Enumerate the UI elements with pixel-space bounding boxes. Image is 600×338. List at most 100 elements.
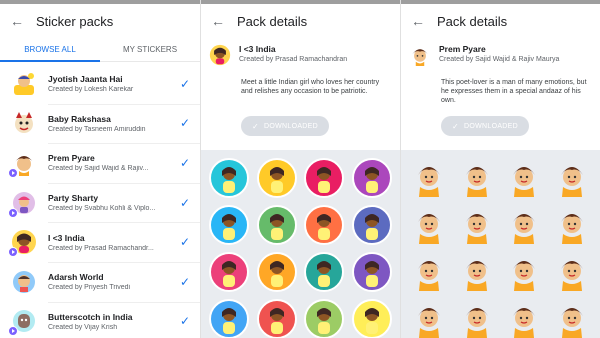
sticker-pack-row[interactable]: Jyotish Jaanta Hai Created by Lokesh Kare… [0, 64, 200, 104]
back-arrow-icon[interactable]: ← [8, 12, 26, 30]
sticker[interactable] [548, 154, 596, 201]
pack-details-screen-india: ← Pack details I <3 India Created by Pra… [200, 0, 400, 338]
pack-name: Butterscotch in India [48, 311, 133, 322]
sticker-pack-row[interactable]: I <3 India Created by Prasad Ramachandr..… [0, 222, 200, 262]
app-bar: ← Pack details [401, 4, 600, 38]
status-bar [401, 0, 600, 4]
pack-name: Adarsh World [48, 272, 104, 283]
sticker[interactable] [453, 201, 501, 248]
pack-avatar [209, 44, 231, 66]
sticker[interactable] [405, 295, 453, 338]
status-bar [201, 0, 400, 4]
pack-author: Created by Tasneem Amiruddin [48, 125, 146, 133]
sticker[interactable] [253, 154, 301, 201]
pack-author: Created by Sajid Wajid & Rajiv Maurya [439, 56, 560, 63]
sticker[interactable] [501, 154, 549, 201]
tab-my-stickers[interactable]: MY STICKERS [100, 38, 200, 61]
sticker[interactable] [253, 248, 301, 295]
downloaded-label: DOWNLOADED [464, 122, 518, 130]
sticker[interactable] [453, 154, 501, 201]
sticker-pack-row[interactable]: Party Sharty Created by Svabhu Kohli & Vi… [0, 182, 200, 223]
sticker[interactable] [348, 295, 396, 338]
pack-author: Created by Svabhu Kohli & Viplo... [48, 205, 156, 213]
downloaded-button[interactable]: ✓ DOWNLOADED [441, 116, 529, 136]
pack-author: Created by Priyesh Trivedi [48, 284, 131, 292]
sticker[interactable] [301, 295, 349, 338]
sticker[interactable] [253, 295, 301, 338]
sticker-pack-row[interactable]: Butterscotch in India Created by Vijay Kr… [0, 301, 200, 338]
sticker[interactable] [205, 295, 253, 338]
pack-name: Prem Pyare [439, 44, 486, 54]
sticker[interactable] [501, 248, 549, 295]
sticker[interactable] [405, 248, 453, 295]
sticker[interactable] [205, 248, 253, 295]
sticker[interactable] [501, 201, 549, 248]
pack-name: I <3 India [48, 232, 85, 243]
page-title: Pack details [237, 13, 308, 29]
page-title: Sticker packs [36, 13, 114, 29]
sticker[interactable] [301, 154, 349, 201]
check-icon: ✓ [179, 314, 190, 329]
pack-thumbnail [8, 189, 38, 218]
pack-author: Created by Prasad Ramachandran [239, 56, 348, 63]
sticker-grid [401, 150, 600, 338]
sticker[interactable] [453, 295, 501, 338]
pack-thumbnail [8, 149, 38, 178]
check-icon: ✓ [252, 121, 260, 131]
sticker[interactable] [453, 248, 501, 295]
pack-name: Party Sharty [48, 193, 99, 204]
sticker-pack-row[interactable]: Baby Rakshasa Created by Tasneem Amiruddi… [0, 103, 200, 144]
sticker[interactable] [301, 248, 349, 295]
pack-details-screen-prem-pyare: ← Pack details Prem Pyare Created by Saj… [400, 0, 600, 338]
tab-browse-all[interactable]: BROWSE ALL [0, 38, 100, 62]
sticker[interactable] [253, 201, 301, 248]
sticker[interactable] [205, 201, 253, 248]
sticker-pack-row[interactable]: Prem Pyare Created by Sajid Wajid & Rajiv… [0, 143, 200, 183]
page-title: Pack details [437, 13, 508, 29]
animated-play-icon [8, 167, 18, 178]
check-icon: ✓ [179, 195, 190, 210]
sticker[interactable] [405, 154, 453, 201]
sticker[interactable] [205, 154, 253, 201]
sticker[interactable] [548, 201, 596, 248]
pack-header: Prem Pyare Created by Sajid Wajid & Raji… [401, 38, 600, 66]
downloaded-label: DOWNLOADED [264, 122, 318, 130]
sticker[interactable] [348, 154, 396, 201]
pack-thumbnail [8, 307, 38, 337]
downloaded-button[interactable]: ✓ DOWNLOADED [241, 116, 329, 136]
back-arrow-icon[interactable]: ← [409, 12, 427, 30]
pack-description: Meet a little Indian girl who loves her … [241, 79, 380, 95]
pack-thumbnail [10, 268, 38, 296]
sticker-pack-list: Jyotish Jaanta Hai Created by Lokesh Kare… [0, 62, 200, 338]
pack-name: I <3 India [239, 44, 276, 54]
sticker[interactable] [405, 201, 453, 248]
check-icon: ✓ [452, 121, 460, 131]
sticker-grid [201, 150, 400, 338]
back-arrow-icon[interactable]: ← [209, 12, 227, 30]
pack-author: Created by Prasad Ramachandr... [48, 244, 154, 252]
pack-author: Created by Vijay Krish [48, 323, 118, 331]
sticker[interactable] [548, 248, 596, 295]
pack-author: Created by Lokesh Karekar [48, 86, 134, 94]
pack-description: This poet-lover is a man of many emotion… [441, 79, 587, 104]
pack-thumbnail [10, 70, 38, 98]
sticker[interactable] [348, 248, 396, 295]
sticker-pack-row[interactable]: Adarsh World Created by Priyesh Trivedi ✓ [0, 261, 200, 302]
app-bar: ← Pack details [201, 4, 400, 38]
sticker[interactable] [348, 201, 396, 248]
animated-play-icon [8, 247, 18, 258]
sticker-packs-screen: ← Sticker packs BROWSE ALL MY STICKERS J… [0, 0, 200, 338]
sticker[interactable] [548, 295, 596, 338]
animated-play-icon [8, 326, 18, 337]
sticker[interactable] [501, 295, 549, 338]
pack-name: Baby Rakshasa [48, 113, 111, 124]
check-icon: ✓ [179, 155, 190, 170]
check-icon: ✓ [179, 235, 190, 250]
check-icon: ✓ [179, 76, 190, 91]
sticker[interactable] [301, 201, 349, 248]
status-bar [0, 0, 200, 4]
pack-thumbnail [8, 228, 38, 258]
pack-header: I <3 India Created by Prasad Ramachandra… [201, 38, 400, 66]
pack-author: Created by Sajid Wajid & Rajiv... [48, 165, 149, 173]
check-icon: ✓ [179, 274, 190, 289]
